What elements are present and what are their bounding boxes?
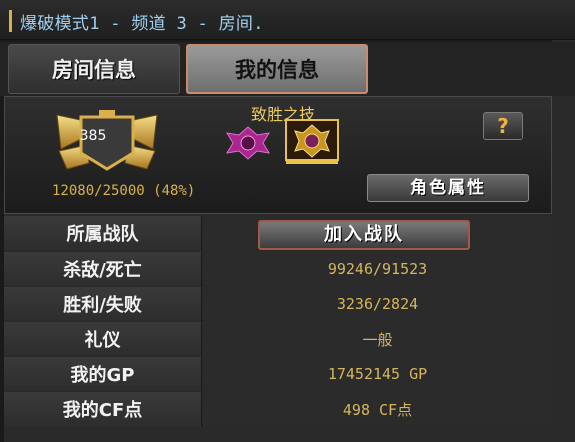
join-team-button[interactable]: 加入战队 [258,220,470,250]
tab-room-info[interactable]: 房间信息 [8,44,180,94]
stats-table: 所属战队 加入战队 杀敌/死亡 99246/91523 胜利/失败 3236/2… [4,214,552,442]
stat-row-etiquette: 礼仪 一般 [4,322,552,356]
stat-row-kd: 杀敌/死亡 99246/91523 [4,252,552,286]
stat-row-team: 所属战队 加入战队 [4,216,552,250]
stat-row-cf-points: 我的CF点 498 CF点 [4,392,552,426]
title-accent [9,10,12,32]
stat-value: 一般 [203,322,552,356]
pink-emblem-icon [226,126,270,160]
character-attributes-button[interactable]: 角色属性 [367,174,529,202]
stat-label: 我的CF点 [4,392,202,426]
exp-progress: 12080/25000 (48%) [52,183,196,199]
room-title: 爆破模式1 - 频道 3 - 房间. [20,14,264,34]
stat-value: 17452145 GP [203,357,552,391]
stat-value: 99246/91523 [203,252,552,286]
title-bar: 爆破模式1 - 频道 3 - 房间. [0,0,575,40]
stat-row-winloss: 胜利/失败 3236/2824 [4,287,552,321]
stat-label: 胜利/失败 [4,287,202,321]
stat-label: 礼仪 [4,322,202,356]
rank-number: 385 [79,128,107,144]
stat-row-gp: 我的GP 17452145 GP [4,357,552,391]
gold-emblem-icon[interactable] [285,119,339,165]
tab-bar: 房间信息 我的信息 [0,42,575,96]
stat-label: 我的GP [4,357,202,391]
frame-edge [552,40,575,442]
stat-value: 3236/2824 [203,287,552,321]
stat-value: 498 CF点 [203,392,552,426]
profile-panel: 385 12080/25000 (48%) 致胜之技 ? 角色属性 [4,96,552,214]
stat-label: 杀敌/死亡 [4,252,202,286]
stat-label: 所属战队 [4,216,202,250]
help-button[interactable]: ? [483,112,523,140]
tab-my-info[interactable]: 我的信息 [186,44,368,94]
